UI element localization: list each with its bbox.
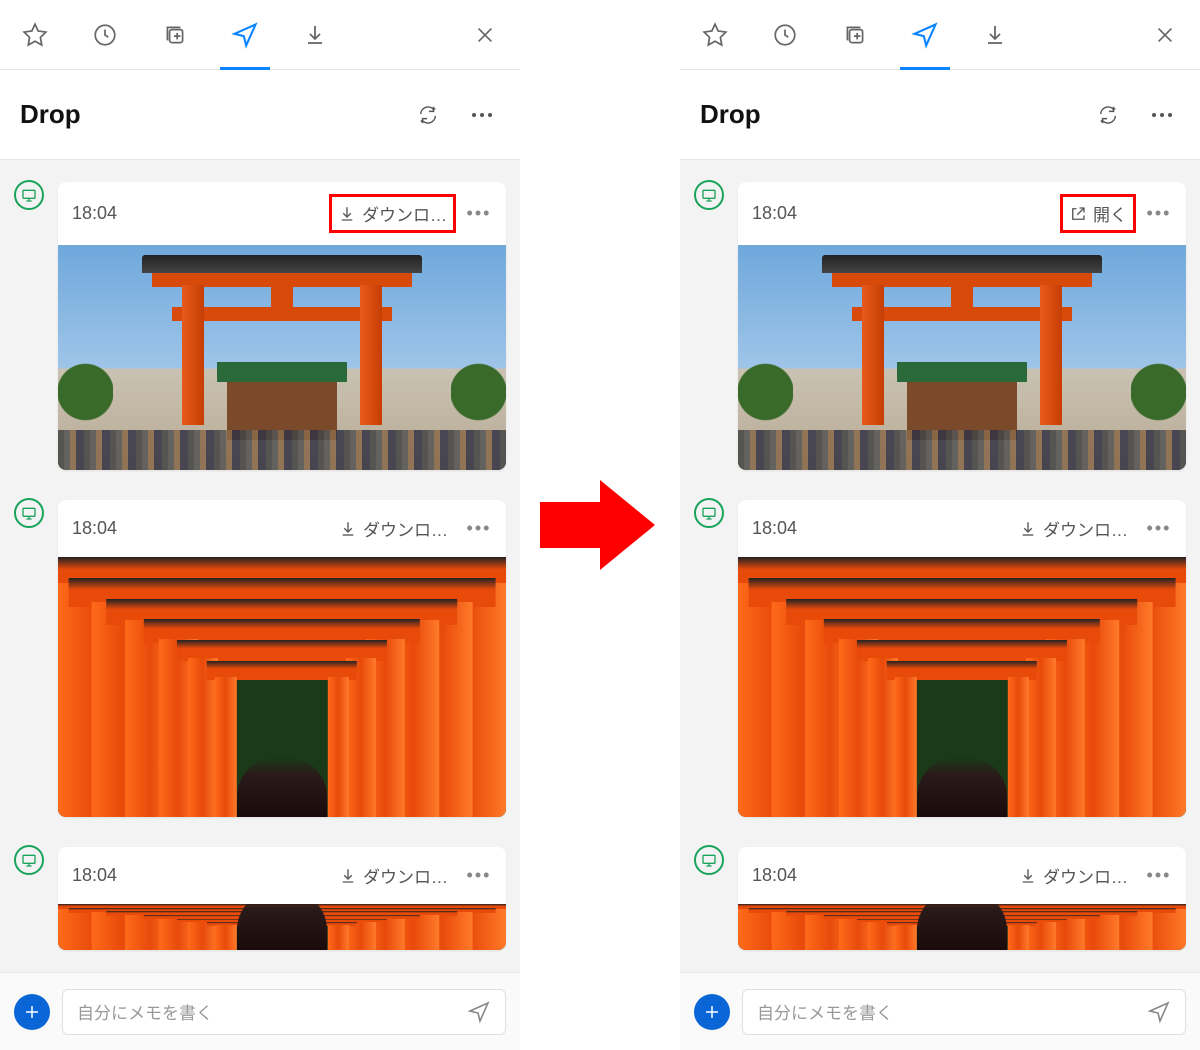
top-toolbar — [0, 0, 520, 70]
message-item: 18:04 開く ••• — [694, 182, 1186, 470]
card-more-icon[interactable]: ••• — [466, 203, 492, 224]
top-toolbar — [680, 0, 1200, 70]
compose-placeholder: 自分にメモを書く — [77, 999, 467, 1024]
device-avatar-icon — [694, 845, 724, 875]
download-button[interactable]: ダウンロ… — [331, 859, 456, 892]
pane-right: Drop 18:04 開く ••• — [680, 0, 1200, 1050]
collections-icon[interactable] — [840, 20, 870, 50]
history-icon[interactable] — [770, 20, 800, 50]
download-button[interactable]: ダウンロ… — [1011, 512, 1136, 545]
star-icon[interactable] — [20, 20, 50, 50]
image-thumbnail[interactable] — [58, 904, 506, 950]
message-card[interactable]: 18:04 ダウンロ… ••• — [58, 847, 506, 950]
download-button[interactable]: ダウンロ… — [1011, 859, 1136, 892]
page-title: Drop — [20, 99, 392, 130]
download-icon — [1019, 520, 1037, 538]
image-thumbnail[interactable] — [738, 245, 1186, 470]
message-card[interactable]: 18:04 ダウンロ… ••• — [58, 500, 506, 817]
close-icon[interactable] — [1150, 20, 1180, 50]
action-label: ダウンロ… — [1043, 516, 1128, 541]
timestamp: 18:04 — [752, 865, 1001, 886]
page-title: Drop — [700, 99, 1072, 130]
compose-placeholder: 自分にメモを書く — [757, 999, 1147, 1024]
download-button[interactable]: ダウンロ… — [331, 512, 456, 545]
image-thumbnail[interactable] — [738, 904, 1186, 950]
send-outline-icon[interactable] — [467, 1000, 491, 1024]
card-header: 18:04 ダウンロ… ••• — [58, 847, 506, 904]
image-thumbnail[interactable] — [58, 557, 506, 817]
device-avatar-icon — [14, 180, 44, 210]
action-label: ダウンロ… — [362, 201, 447, 226]
message-item: 18:04 ダウンロ… ••• — [14, 847, 506, 950]
messages-list: 18:04 開く ••• 18:04 ダウ — [680, 160, 1200, 972]
message-item: 18:04 ダウンロ… ••• — [14, 500, 506, 817]
timestamp: 18:04 — [752, 203, 1050, 224]
download-icon — [1019, 867, 1037, 885]
card-header: 18:04 ダウンロ… ••• — [738, 500, 1186, 557]
pane-left: Drop 18:04 ダウンロ… ••• — [0, 0, 520, 1050]
message-card[interactable]: 18:04 ダウンロ… ••• — [738, 847, 1186, 950]
download-button[interactable]: ダウンロ… — [329, 194, 456, 233]
send-icon[interactable] — [230, 20, 260, 50]
add-button[interactable] — [694, 994, 730, 1030]
open-icon — [1069, 205, 1087, 223]
collections-icon[interactable] — [160, 20, 190, 50]
transition-arrow-gap — [520, 0, 680, 1050]
download-icon — [339, 867, 357, 885]
message-item: 18:04 ダウンロ… ••• — [694, 500, 1186, 817]
action-label: 開く — [1093, 201, 1127, 226]
add-button[interactable] — [14, 994, 50, 1030]
composer: 自分にメモを書く — [0, 972, 520, 1050]
send-outline-icon[interactable] — [1147, 1000, 1171, 1024]
download-icon[interactable] — [980, 20, 1010, 50]
timestamp: 18:04 — [72, 518, 321, 539]
open-button[interactable]: 開く — [1060, 194, 1136, 233]
refresh-icon[interactable] — [1090, 97, 1126, 133]
timestamp: 18:04 — [72, 203, 319, 224]
image-thumbnail[interactable] — [58, 245, 506, 470]
panel-header: Drop — [680, 70, 1200, 160]
message-card[interactable]: 18:04 開く ••• — [738, 182, 1186, 470]
message-item: 18:04 ダウンロ… ••• — [14, 182, 506, 470]
compose-input[interactable]: 自分にメモを書く — [62, 989, 506, 1035]
timestamp: 18:04 — [72, 865, 321, 886]
download-icon — [339, 520, 357, 538]
message-card[interactable]: 18:04 ダウンロ… ••• — [738, 500, 1186, 817]
device-avatar-icon — [694, 498, 724, 528]
action-label: ダウンロ… — [363, 516, 448, 541]
action-label: ダウンロ… — [363, 863, 448, 888]
device-avatar-icon — [694, 180, 724, 210]
composer: 自分にメモを書く — [680, 972, 1200, 1050]
messages-list: 18:04 ダウンロ… ••• 18:04 — [0, 160, 520, 972]
more-icon[interactable] — [1144, 97, 1180, 133]
action-label: ダウンロ… — [1043, 863, 1128, 888]
card-header: 18:04 ダウンロ… ••• — [58, 500, 506, 557]
image-thumbnail[interactable] — [738, 557, 1186, 817]
download-icon[interactable] — [300, 20, 330, 50]
compose-input[interactable]: 自分にメモを書く — [742, 989, 1186, 1035]
arrow-icon — [540, 480, 660, 570]
close-icon[interactable] — [470, 20, 500, 50]
panel-header: Drop — [0, 70, 520, 160]
card-more-icon[interactable]: ••• — [466, 518, 492, 539]
device-avatar-icon — [14, 498, 44, 528]
send-icon[interactable] — [910, 20, 940, 50]
more-icon[interactable] — [464, 97, 500, 133]
download-icon — [338, 205, 356, 223]
card-header: 18:04 ダウンロ… ••• — [58, 182, 506, 245]
star-icon[interactable] — [700, 20, 730, 50]
device-avatar-icon — [14, 845, 44, 875]
card-more-icon[interactable]: ••• — [466, 865, 492, 886]
message-item: 18:04 ダウンロ… ••• — [694, 847, 1186, 950]
card-header: 18:04 開く ••• — [738, 182, 1186, 245]
history-icon[interactable] — [90, 20, 120, 50]
refresh-icon[interactable] — [410, 97, 446, 133]
card-more-icon[interactable]: ••• — [1146, 865, 1172, 886]
card-more-icon[interactable]: ••• — [1146, 203, 1172, 224]
card-more-icon[interactable]: ••• — [1146, 518, 1172, 539]
message-card[interactable]: 18:04 ダウンロ… ••• — [58, 182, 506, 470]
timestamp: 18:04 — [752, 518, 1001, 539]
card-header: 18:04 ダウンロ… ••• — [738, 847, 1186, 904]
